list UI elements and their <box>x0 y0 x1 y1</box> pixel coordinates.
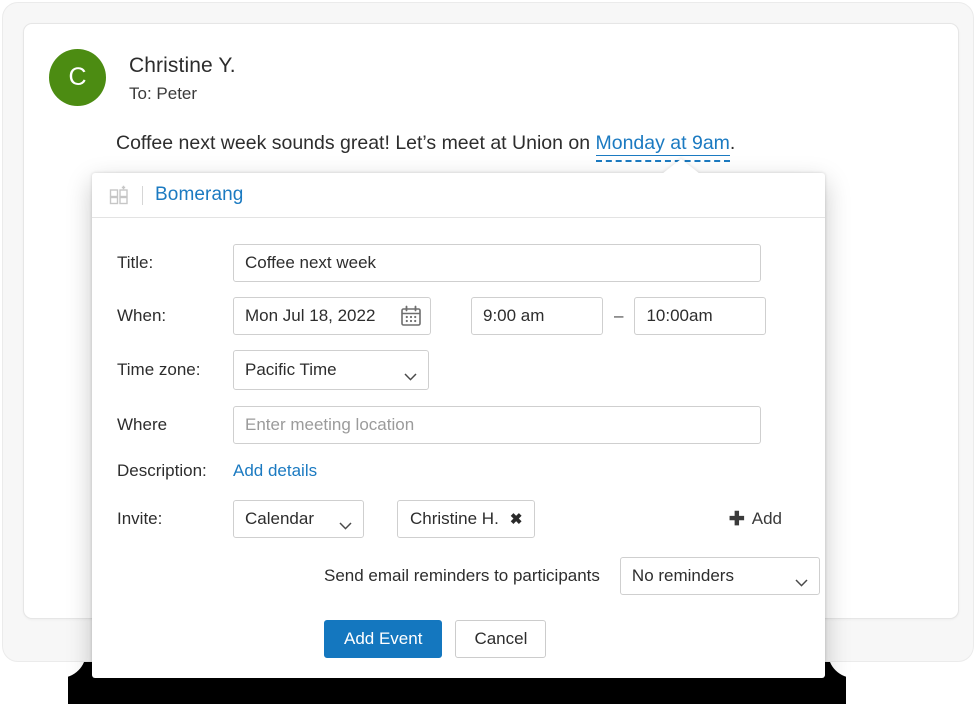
timezone-select[interactable]: Pacific Time <box>233 350 429 390</box>
sender-meta: Christine Y. To: Peter <box>129 49 236 107</box>
date-input[interactable]: Mon Jul 18, 2022 <box>233 297 431 335</box>
calendar-icon[interactable] <box>400 305 422 327</box>
popup-actions: Add Event Cancel <box>92 620 825 659</box>
start-time-value: 9:00 am <box>483 306 545 325</box>
reminder-row: Send email reminders to participants No … <box>92 557 825 596</box>
date-input-value: Mon Jul 18, 2022 <box>245 306 376 325</box>
add-invitee-button[interactable]: ✚ Add <box>729 509 782 529</box>
title-label: Title: <box>117 252 154 272</box>
field-row-invite: Invite: Calendar Christine H. ✖ ✚ Add <box>92 500 825 539</box>
recipient-line: To: Peter <box>129 84 198 104</box>
invite-source-select[interactable]: Calendar <box>233 500 364 539</box>
end-time-input[interactable]: 10:00am <box>634 297 767 335</box>
chevron-down-icon <box>404 366 417 381</box>
where-input-placeholder: Enter meeting location <box>245 415 415 434</box>
start-time-input[interactable]: 9:00 am <box>471 297 603 335</box>
time-range-separator: – <box>614 306 624 325</box>
add-invitee-label: Add <box>751 509 782 529</box>
timezone-label: Time zone: <box>117 359 201 379</box>
body-text-before: Coffee next week sounds great! Let’s mee… <box>116 132 596 154</box>
field-row-where: Where Enter meeting location <box>92 406 825 444</box>
timezone-value: Pacific Time <box>245 360 337 379</box>
avatar-initial: C <box>68 63 87 91</box>
where-input[interactable]: Enter meeting location <box>233 406 761 444</box>
add-details-link[interactable]: Add details <box>233 461 317 481</box>
invite-source-value: Calendar <box>245 509 314 529</box>
field-row-timezone: Time zone: Pacific Time <box>92 350 825 390</box>
field-row-title: Title: Coffee next week <box>92 244 825 282</box>
popup-tail <box>662 159 700 174</box>
smart-date-link[interactable]: Monday at 9am <box>595 132 730 156</box>
body-text-after: . <box>729 132 736 154</box>
reminder-label: Send email reminders to participants <box>324 566 600 586</box>
chevron-down-icon <box>339 515 352 531</box>
when-label: When: <box>117 305 167 325</box>
header-divider <box>142 185 143 205</box>
email-body-text: Coffee next week sounds great! Let’s mee… <box>116 129 906 158</box>
add-event-button[interactable]: Add Event <box>324 620 443 659</box>
invite-label: Invite: <box>117 509 163 529</box>
title-input-value: Coffee next week <box>245 253 377 272</box>
description-label: Description: <box>117 461 207 480</box>
popup-body: Title: Coffee next week When: Mon Jul 18… <box>92 218 825 659</box>
email-sender-row: C Christine Y. To: Peter <box>49 49 236 107</box>
invitee-name: Christine H. <box>410 509 499 529</box>
invitee-chip[interactable]: Christine H. ✖ <box>397 500 536 539</box>
popup-header: Bomerang <box>92 173 825 218</box>
chevron-down-icon <box>795 572 808 588</box>
screenshot-stage: C Christine Y. To: Peter Coffee next wee… <box>0 0 976 704</box>
plus-icon: ✚ <box>728 508 745 530</box>
where-label: Where <box>117 414 168 434</box>
boomerang-event-popup: Bomerang Title: Coffee next week When: M… <box>92 159 825 678</box>
end-time-value: 10:00am <box>646 306 713 325</box>
cancel-button[interactable]: Cancel <box>455 620 547 659</box>
reminder-select[interactable]: No reminders <box>619 557 820 596</box>
close-icon[interactable]: ✖ <box>510 512 523 527</box>
field-row-when: When: Mon Jul 18, 2022 9:00 am – 10:00am <box>92 297 825 335</box>
brand-name[interactable]: Bomerang <box>155 184 243 206</box>
field-row-description: Description: Add details <box>92 461 825 481</box>
reminder-value: No reminders <box>631 566 734 586</box>
title-input[interactable]: Coffee next week <box>233 244 761 282</box>
grid-plus-icon <box>109 185 129 205</box>
sender-name: Christine Y. <box>129 54 236 77</box>
avatar: C <box>49 49 106 106</box>
